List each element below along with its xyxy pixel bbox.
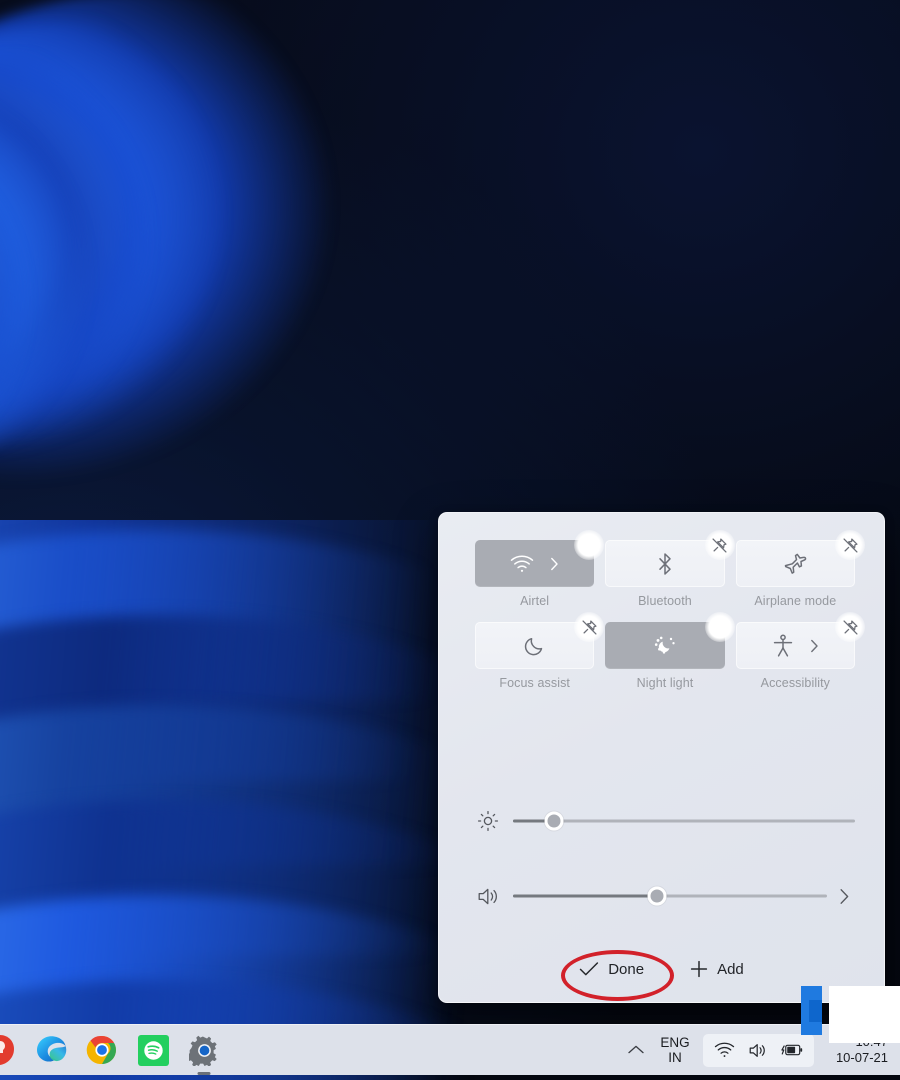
quick-tile-airtel-label: Airtel — [475, 594, 594, 608]
chevron-right-icon[interactable] — [810, 639, 819, 653]
tray-language-line1: ENG — [660, 1035, 689, 1050]
quick-tile-bluetooth-label: Bluetooth — [605, 594, 724, 608]
red-app-icon — [0, 1033, 17, 1067]
unpin-icon — [842, 619, 859, 636]
moon-icon — [524, 635, 546, 657]
battery-charging-icon — [781, 1042, 803, 1058]
tray-language-indicator[interactable]: ENG IN — [653, 1035, 697, 1066]
settings-gear-icon — [189, 1035, 220, 1066]
plus-icon — [690, 960, 708, 978]
add-button-label: Add — [717, 961, 744, 978]
quick-tile-bluetooth-button[interactable] — [605, 540, 724, 587]
airplane-icon — [782, 552, 808, 576]
brightness-track — [513, 820, 855, 823]
night-light-icon — [653, 635, 677, 657]
chrome-icon — [86, 1034, 118, 1066]
unpin-icon — [581, 537, 598, 554]
check-icon — [579, 961, 599, 977]
brightness-icon — [475, 810, 501, 832]
volume-expand-chevron-icon[interactable] — [833, 888, 855, 905]
taskbar-app-red[interactable] — [0, 1032, 18, 1068]
unpin-badge-bluetooth[interactable] — [705, 530, 735, 560]
quick-tile-night-light-button[interactable] — [605, 622, 724, 669]
volume-icon — [475, 886, 501, 907]
unpin-badge-airplane-mode[interactable] — [835, 530, 865, 560]
unpin-icon — [711, 619, 728, 636]
unpin-icon — [581, 619, 598, 636]
done-button-label: Done — [608, 961, 644, 978]
volume-icon — [748, 1042, 768, 1059]
volume-slider[interactable] — [513, 883, 827, 909]
brightness-slider-row — [475, 808, 855, 834]
taskbar[interactable]: ENG IN 10:47 10-07- — [0, 1024, 900, 1075]
quick-tile-night-light-label: Night light — [605, 676, 724, 690]
chevron-right-icon[interactable] — [550, 557, 559, 571]
quick-tile-airtel-button[interactable] — [475, 540, 594, 587]
taskbar-app-chrome[interactable] — [84, 1032, 120, 1068]
quick-tile-focus-assist-label: Focus assist — [475, 676, 594, 690]
done-button[interactable]: Done — [569, 955, 654, 984]
tray-chevron-up-icon[interactable] — [619, 1044, 653, 1056]
brightness-thumb[interactable] — [545, 812, 564, 831]
spotify-icon — [138, 1035, 169, 1066]
tray-language-line2: IN — [668, 1050, 682, 1065]
wifi-icon — [510, 555, 534, 573]
taskbar-app-edge[interactable] — [33, 1032, 69, 1068]
quick-tile-airtel: Airtel — [475, 540, 594, 608]
edge-icon — [35, 1034, 68, 1067]
brightness-slider[interactable] — [513, 808, 855, 834]
accessibility-icon — [772, 634, 794, 658]
unpin-badge-accessibility[interactable] — [835, 612, 865, 642]
quick-tile-airplane-mode: Airplane mode — [736, 540, 855, 608]
add-button[interactable]: Add — [680, 954, 754, 984]
quick-tile-accessibility-label: Accessibility — [736, 676, 855, 690]
quick-tile-airplane-mode-label: Airplane mode — [736, 594, 855, 608]
wifi-icon — [714, 1042, 735, 1058]
volume-slider-row — [475, 883, 855, 909]
quick-tile-focus-assist-button[interactable] — [475, 622, 594, 669]
taskbar-app-settings[interactable] — [186, 1032, 222, 1068]
tray-status-cluster[interactable] — [703, 1034, 814, 1067]
tray-clock-date: 10-07-21 — [836, 1050, 888, 1066]
quick-tile-accessibility-button[interactable] — [736, 622, 855, 669]
volume-track-fill — [513, 895, 657, 898]
capture-artifact-white-box — [829, 986, 900, 1043]
quick-tile-bluetooth: Bluetooth — [605, 540, 724, 608]
taskbar-app-list — [4, 1032, 222, 1068]
quick-settings-tile-grid: Airtel Bluetooth — [475, 540, 855, 690]
volume-thumb[interactable] — [648, 887, 667, 906]
quick-tile-focus-assist: Focus assist — [475, 622, 594, 690]
quick-tile-night-light: Night light — [605, 622, 724, 690]
unpin-badge-night-light[interactable] — [705, 612, 735, 642]
quick-tile-accessibility: Accessibility — [736, 622, 855, 690]
unpin-icon — [842, 537, 859, 554]
taskbar-app-spotify[interactable] — [135, 1032, 171, 1068]
unpin-badge-airtel[interactable] — [574, 530, 604, 560]
unpin-icon — [711, 537, 728, 554]
capture-artifact-blue-bar-inner — [809, 1000, 822, 1022]
unpin-badge-focus-assist[interactable] — [574, 612, 604, 642]
quick-settings-panel[interactable]: Airtel Bluetooth — [438, 512, 885, 1003]
bluetooth-icon — [657, 552, 673, 576]
quick-tile-airplane-mode-button[interactable] — [736, 540, 855, 587]
